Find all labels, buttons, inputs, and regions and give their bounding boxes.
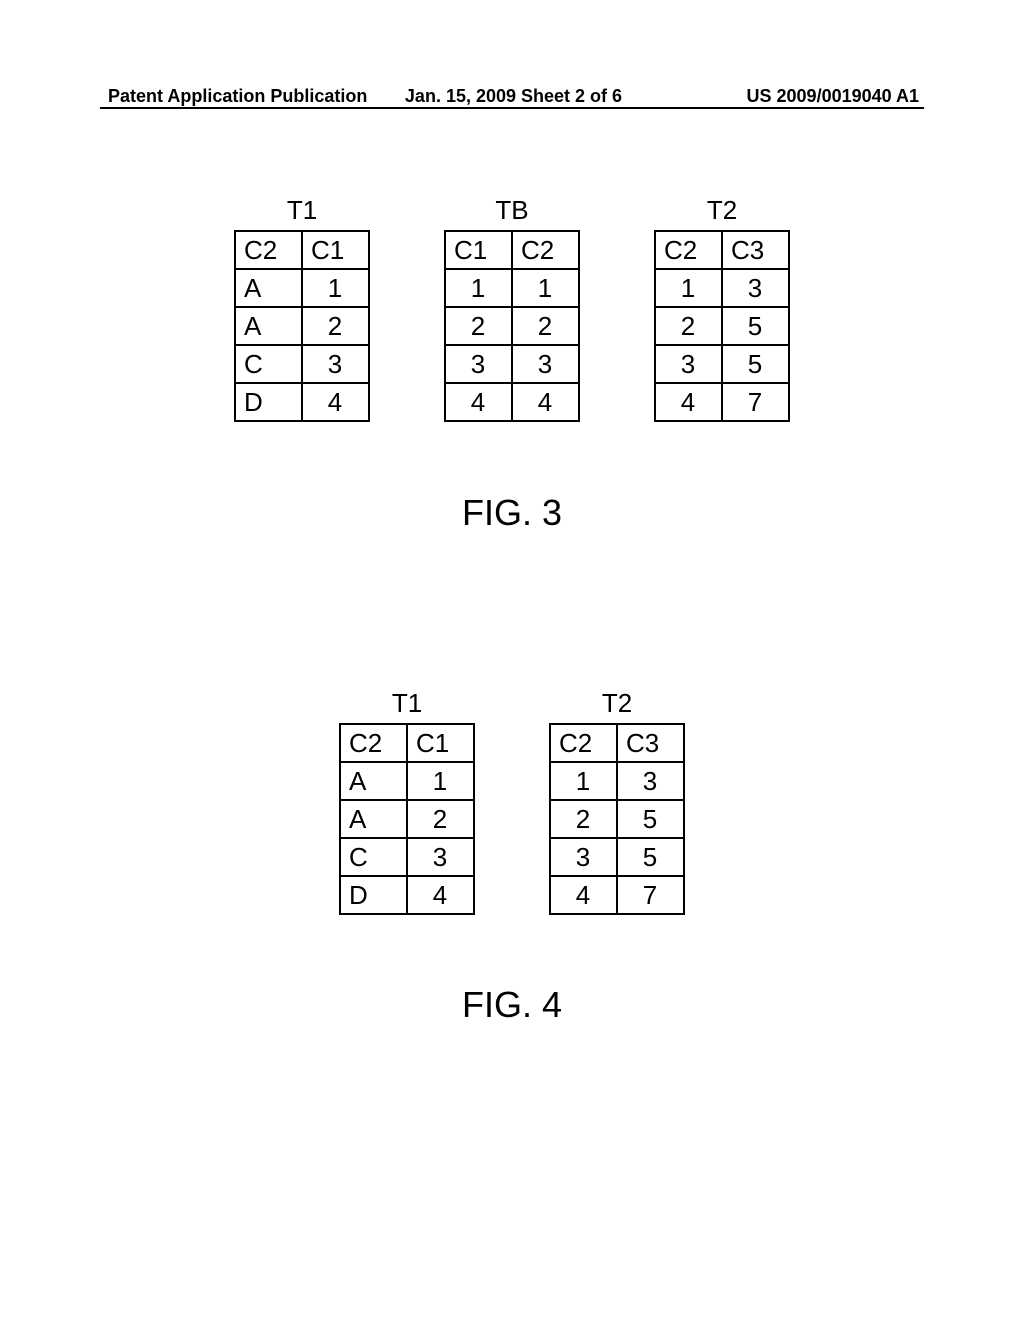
table-cell: 3 — [512, 345, 579, 383]
table-t2-fig3: T2 C2C3 13 25 35 47 — [654, 195, 790, 422]
table-cell: 2 — [445, 307, 512, 345]
table-cell: 3 — [617, 762, 684, 800]
table-row: 25 — [550, 800, 684, 838]
table-cell: 1 — [655, 269, 722, 307]
header-divider — [100, 107, 924, 109]
table-cell: 5 — [722, 307, 789, 345]
table-cell: D — [340, 876, 407, 914]
table-cell: 5 — [617, 800, 684, 838]
table-t1-fig3: T1 C2C1 A1 A2 C3 D4 — [234, 195, 370, 422]
table-cell: 4 — [302, 383, 369, 421]
table-cell: A — [235, 307, 302, 345]
data-table: C2C1 A1 A2 C3 D4 — [234, 230, 370, 422]
table-row: C3 — [340, 838, 474, 876]
table-row: D4 — [235, 383, 369, 421]
figure-4-tables: T1 C2C1 A1 A2 C3 D4 T2 C2C3 13 25 35 47 — [0, 688, 1024, 915]
table-cell: 7 — [617, 876, 684, 914]
table-row: 22 — [445, 307, 579, 345]
table-row: C2C3 — [655, 231, 789, 269]
table-title: T2 — [707, 195, 737, 226]
table-row: C1C2 — [445, 231, 579, 269]
table-row: 35 — [550, 838, 684, 876]
table-cell: 2 — [407, 800, 474, 838]
table-cell: C2 — [550, 724, 617, 762]
table-cell: 5 — [617, 838, 684, 876]
page-header: Patent Application Publication Jan. 15, … — [0, 86, 1024, 107]
table-cell: C1 — [445, 231, 512, 269]
table-cell: 4 — [550, 876, 617, 914]
table-cell: C1 — [407, 724, 474, 762]
table-t2-fig4: T2 C2C3 13 25 35 47 — [549, 688, 685, 915]
table-cell: C — [235, 345, 302, 383]
table-title: T1 — [287, 195, 317, 226]
header-date-sheet: Jan. 15, 2009 Sheet 2 of 6 — [378, 86, 648, 107]
table-row: C2C1 — [235, 231, 369, 269]
figure-3-label: FIG. 3 — [0, 492, 1024, 534]
table-cell: 3 — [445, 345, 512, 383]
table-cell: 3 — [655, 345, 722, 383]
table-cell: 4 — [445, 383, 512, 421]
table-row: A1 — [235, 269, 369, 307]
data-table: C2C3 13 25 35 47 — [549, 723, 685, 915]
table-row: 11 — [445, 269, 579, 307]
table-row: 47 — [550, 876, 684, 914]
table-cell: 7 — [722, 383, 789, 421]
table-cell: A — [340, 800, 407, 838]
table-cell: 2 — [512, 307, 579, 345]
table-cell: C2 — [235, 231, 302, 269]
table-row: 44 — [445, 383, 579, 421]
table-t1-fig4: T1 C2C1 A1 A2 C3 D4 — [339, 688, 475, 915]
table-row: A2 — [235, 307, 369, 345]
table-cell: 3 — [722, 269, 789, 307]
table-cell: 3 — [407, 838, 474, 876]
table-cell: D — [235, 383, 302, 421]
table-cell: C2 — [655, 231, 722, 269]
table-cell: 4 — [655, 383, 722, 421]
table-title: T2 — [602, 688, 632, 719]
figure-3-tables: T1 C2C1 A1 A2 C3 D4 TB C1C2 11 22 33 44 … — [0, 195, 1024, 422]
table-cell: 3 — [550, 838, 617, 876]
table-cell: C1 — [302, 231, 369, 269]
table-cell: 3 — [302, 345, 369, 383]
table-cell: 1 — [550, 762, 617, 800]
table-cell: 4 — [407, 876, 474, 914]
table-cell: 5 — [722, 345, 789, 383]
table-cell: 1 — [445, 269, 512, 307]
table-cell: 1 — [512, 269, 579, 307]
table-row: 33 — [445, 345, 579, 383]
table-row: A1 — [340, 762, 474, 800]
header-patent-number: US 2009/0019040 A1 — [649, 86, 919, 107]
table-cell: C — [340, 838, 407, 876]
table-row: D4 — [340, 876, 474, 914]
table-cell: 1 — [302, 269, 369, 307]
table-row: 35 — [655, 345, 789, 383]
table-row: C2C3 — [550, 724, 684, 762]
table-cell: C3 — [617, 724, 684, 762]
table-title: TB — [495, 195, 528, 226]
table-row: 25 — [655, 307, 789, 345]
table-cell: 2 — [550, 800, 617, 838]
data-table: C2C1 A1 A2 C3 D4 — [339, 723, 475, 915]
table-tb-fig3: TB C1C2 11 22 33 44 — [444, 195, 580, 422]
table-row: A2 — [340, 800, 474, 838]
table-cell: C2 — [340, 724, 407, 762]
header-publication: Patent Application Publication — [108, 86, 378, 107]
table-cell: 4 — [512, 383, 579, 421]
table-cell: 2 — [655, 307, 722, 345]
table-cell: C2 — [512, 231, 579, 269]
figure-4-label: FIG. 4 — [0, 984, 1024, 1026]
table-row: 13 — [655, 269, 789, 307]
table-row: C3 — [235, 345, 369, 383]
data-table: C2C3 13 25 35 47 — [654, 230, 790, 422]
table-cell: 2 — [302, 307, 369, 345]
table-row: C2C1 — [340, 724, 474, 762]
table-cell: A — [235, 269, 302, 307]
table-cell: A — [340, 762, 407, 800]
table-title: T1 — [392, 688, 422, 719]
table-cell: C3 — [722, 231, 789, 269]
table-row: 13 — [550, 762, 684, 800]
table-cell: 1 — [407, 762, 474, 800]
data-table: C1C2 11 22 33 44 — [444, 230, 580, 422]
table-row: 47 — [655, 383, 789, 421]
